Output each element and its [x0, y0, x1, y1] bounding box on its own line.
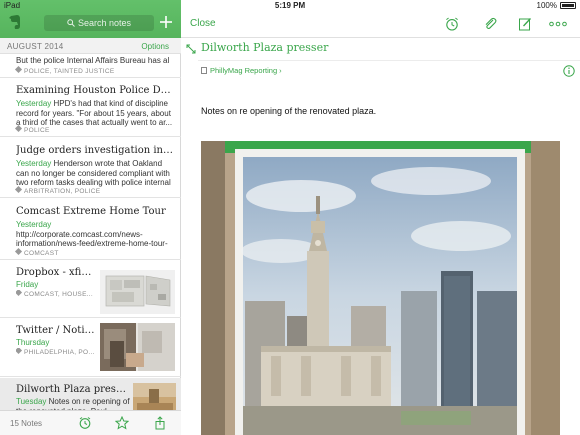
note-snippet-text: http://corporate.comcast.com/news-inform…: [16, 229, 168, 249]
note-title: Comcast Extreme Home Tour: [16, 206, 166, 217]
note-date: Friday: [16, 280, 39, 289]
note-snippet: Friday: [16, 280, 96, 290]
note-body-text[interactable]: Notes on re opening of the renovated pla…: [201, 106, 376, 116]
note-count: 15 Notes: [10, 419, 43, 428]
edit-note-icon[interactable]: [517, 16, 533, 32]
battery-status: 100%: [537, 1, 576, 10]
note-title: Twitter / Notifi...: [16, 325, 98, 336]
new-note-plus-icon[interactable]: [157, 13, 175, 31]
tag-icon: [16, 348, 23, 355]
battery-icon: [560, 2, 576, 9]
tag-icon: [14, 65, 23, 74]
note-snippet: But the police Internal Affairs Bureau h…: [16, 56, 170, 65]
tag-icon: [14, 247, 23, 256]
month-label: AUGUST 2014: [7, 42, 64, 51]
note-snippet: Yesterday HPD's had that kind of discipl…: [16, 99, 176, 127]
status-bar: iPad 5:19 PM 100%: [0, 0, 580, 12]
note-tags: PHILADELPHIA, PO...: [16, 348, 98, 356]
shortcuts-star-icon[interactable]: [115, 416, 129, 430]
tag-icon: [14, 124, 23, 133]
note-list-item[interactable]: Twitter / Notifi... Thursday PHILADELPHI…: [0, 319, 181, 377]
app-window: Search notes AUGUST 2014 Options But the…: [0, 0, 580, 435]
note-tags-text: ARBITRATION, POLICE: [24, 188, 101, 195]
note-list-item[interactable]: Judge orders investigation into Oa... Ye…: [0, 138, 181, 198]
evernote-logo-icon[interactable]: [8, 14, 22, 30]
note-thumbnail-floorplan: [100, 270, 175, 314]
note-snippet: Tuesday Notes on re opening of the renov…: [16, 397, 131, 410]
note-title: Judge orders investigation into Oa...: [16, 145, 176, 156]
note-title: Dilworth Plaza presser: [16, 384, 131, 395]
note-date: Thursday: [16, 338, 50, 347]
note-list-item[interactable]: Comcast Extreme Home Tour Yesterday http…: [0, 199, 181, 260]
info-icon[interactable]: [563, 65, 575, 77]
share-icon[interactable]: [153, 416, 167, 430]
battery-percent: 100%: [536, 1, 557, 10]
note-tags: COMCAST: [14, 247, 59, 257]
note-tags-text: POLICE: [24, 127, 50, 134]
note-list-item-selected[interactable]: Dilworth Plaza presser Tuesday Notes on …: [0, 378, 181, 410]
note-snippet: Yesterday Henderson wrote that Oakland c…: [16, 159, 176, 187]
note-tags: ARBITRATION, POLICE: [14, 185, 101, 195]
more-options-icon[interactable]: [548, 16, 568, 32]
close-button[interactable]: Close: [190, 18, 216, 29]
note-thumbnail-photo: [100, 323, 175, 371]
notebook-name: PhillyMag Reporting: [210, 66, 278, 75]
reminder-alarm-icon[interactable]: [444, 16, 460, 32]
notebook-selector[interactable]: PhillyMag Reporting ›: [201, 66, 282, 75]
note-date: Yesterday: [16, 99, 52, 108]
note-date: Yesterday: [16, 159, 52, 168]
search-icon: [67, 19, 75, 27]
note-photo-attachment[interactable]: [201, 141, 560, 435]
note-list-item[interactable]: Examining Houston Police Depart... Yeste…: [0, 79, 181, 137]
note-title: Examining Houston Police Depart...: [16, 85, 176, 96]
note-snippet: Thursday: [16, 338, 96, 348]
note-thumbnail-city-hall: [133, 383, 176, 410]
note-snippet: Yesterday http://corporate.comcast.com/n…: [16, 220, 178, 248]
chevron-right-icon: ›: [279, 66, 282, 75]
search-placeholder: Search notes: [77, 18, 132, 28]
note-editor: Close Dilworth Plaza presser PhillyMag R…: [181, 0, 580, 435]
note-tags: POLICE, TAINTED JUSTICE: [14, 65, 115, 75]
note-list: But the police Internal Affairs Bureau h…: [0, 54, 181, 410]
reminder-alarm-icon[interactable]: [78, 416, 92, 430]
editor-toolbar: Close: [181, 12, 580, 38]
note-tags-text: COMCAST, HOUSE...: [24, 291, 94, 298]
note-tags-text: PHILADELPHIA, PO...: [24, 349, 95, 356]
sidebar-footer: 15 Notes: [0, 410, 181, 435]
note-date: Tuesday: [16, 397, 47, 406]
note-title-field[interactable]: Dilworth Plaza presser: [201, 41, 328, 54]
tag-icon: [16, 290, 23, 297]
search-input[interactable]: Search notes: [44, 15, 154, 31]
note-title: Dropbox - xfin...: [16, 267, 96, 278]
expand-arrows-icon[interactable]: [186, 44, 196, 54]
attachment-paperclip-icon[interactable]: [482, 16, 498, 32]
options-button[interactable]: Options: [141, 42, 169, 51]
notebook-icon: [201, 67, 207, 74]
note-date: Yesterday: [16, 220, 52, 229]
note-list-item[interactable]: Dropbox - xfin... Friday COMCAST, HOUSE.…: [0, 261, 181, 318]
note-tags-text: COMCAST: [24, 250, 59, 257]
note-tags-text: POLICE, TAINTED JUSTICE: [24, 68, 115, 75]
note-list-item[interactable]: But the police Internal Affairs Bureau h…: [0, 54, 181, 78]
clock: 5:19 PM: [274, 1, 306, 10]
note-tags: COMCAST, HOUSE...: [16, 290, 96, 298]
note-tags: POLICE: [14, 124, 50, 134]
title-divider: [198, 60, 580, 61]
month-subheader: AUGUST 2014 Options: [0, 38, 181, 54]
tag-icon: [14, 185, 23, 194]
notes-sidebar: Search notes AUGUST 2014 Options But the…: [0, 0, 181, 435]
